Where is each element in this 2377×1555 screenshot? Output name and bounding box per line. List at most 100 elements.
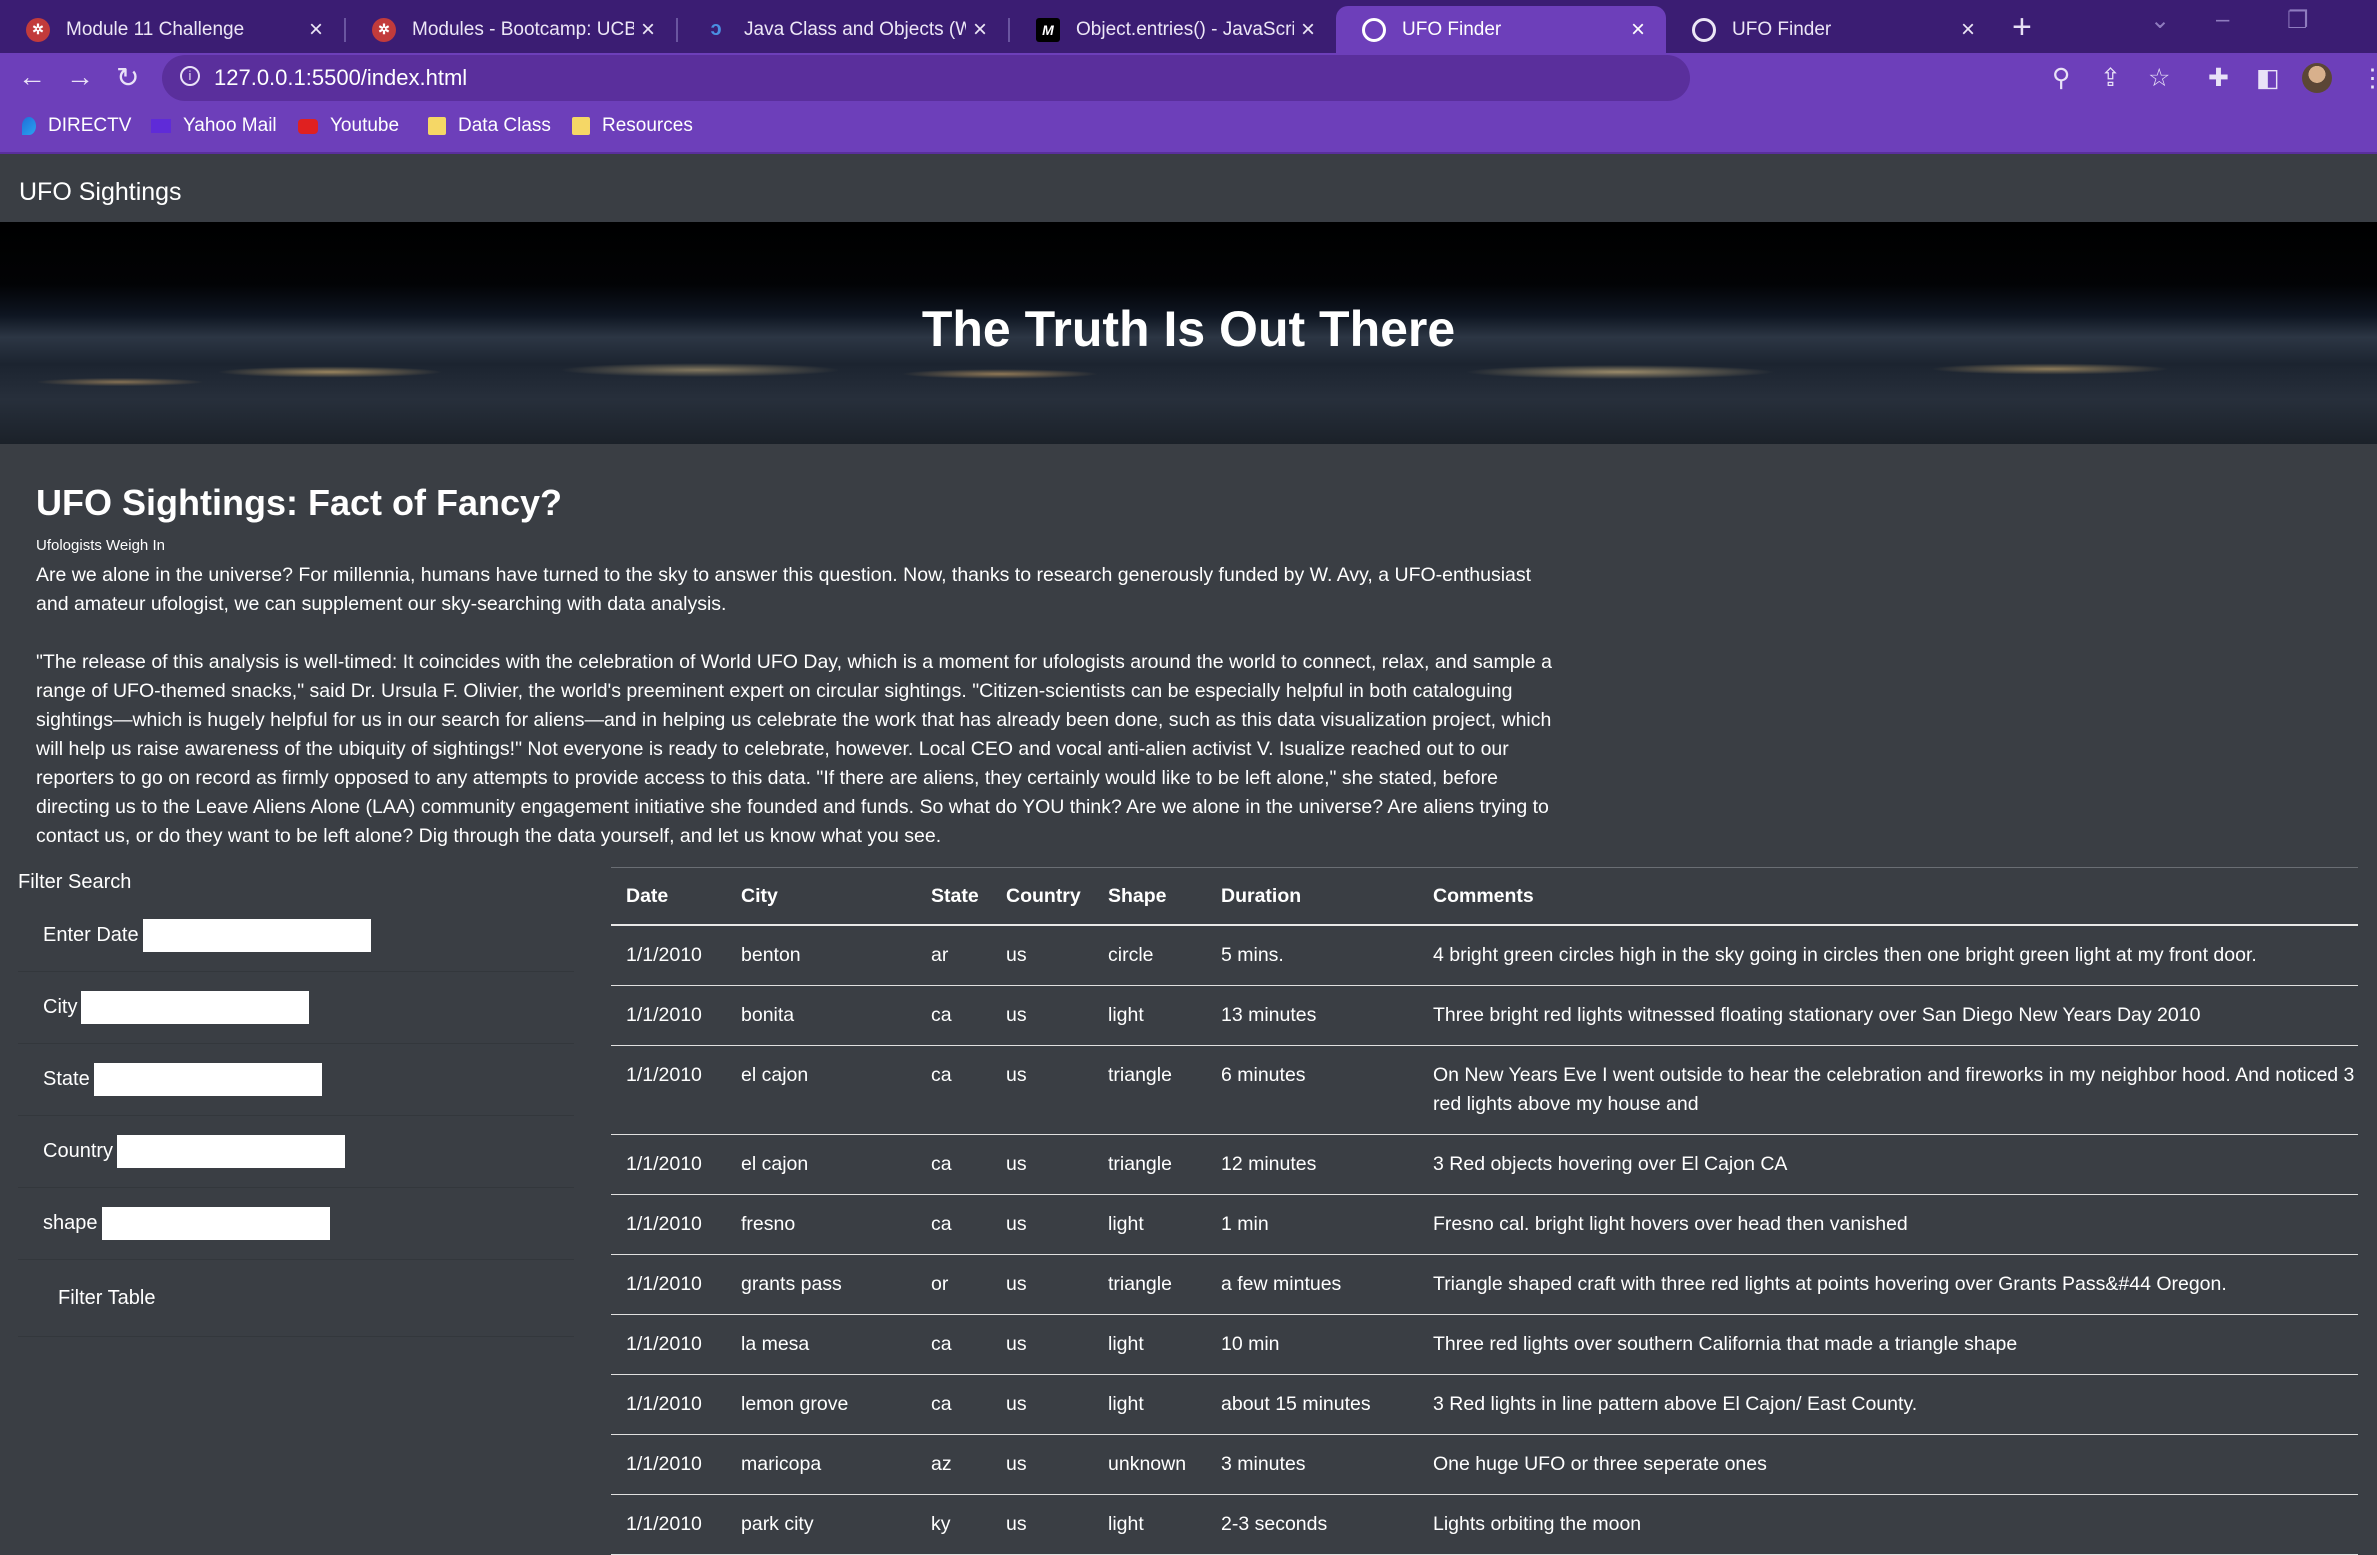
- column-header-date: Date: [611, 867, 726, 926]
- folder-icon: [428, 117, 446, 135]
- bookmark-youtube[interactable]: Youtube: [298, 115, 399, 137]
- cell-shape: triangle: [1093, 1134, 1206, 1195]
- mdn-favicon-icon: M: [1036, 17, 1060, 42]
- table-header-row: Date City State Country Shape Duration C…: [611, 867, 2358, 926]
- article-title: UFO Sightings: Fact of Fancy?: [36, 482, 563, 523]
- tab-title: Object.entries() - JavaScript | MDN: [1076, 18, 1294, 40]
- cell-date: 1/1/2010: [611, 1194, 726, 1255]
- date-input[interactable]: [142, 919, 371, 952]
- cell-state: ca: [916, 1194, 991, 1255]
- site-navbar: UFO Sightings: [0, 154, 2377, 222]
- browser-tab-bar: ✲ Module 11 Challenge × ✲ Modules - Boot…: [0, 0, 2377, 53]
- cell-date: 1/1/2010: [611, 1314, 726, 1375]
- cell-shape: light: [1093, 1314, 1206, 1375]
- filter-label-date: Enter Date: [43, 924, 139, 946]
- cell-city: bonita: [726, 985, 916, 1046]
- country-input[interactable]: [117, 1135, 346, 1168]
- bookmark-data-class[interactable]: Data Class: [428, 115, 551, 137]
- tab-modules-bootcamp[interactable]: ✲ Modules - Bootcamp: UCB-VIRT ×: [346, 6, 676, 53]
- tab-title: UFO Finder: [1402, 18, 1502, 40]
- cell-city: el cajon: [726, 1134, 916, 1195]
- menu-kebab-icon[interactable]: ⋮: [2360, 63, 2377, 93]
- mail-envelope-icon: [151, 119, 171, 133]
- tab-ufo-finder-active[interactable]: UFO Finder ×: [1336, 6, 1666, 53]
- programiz-favicon-icon: ↄ: [710, 18, 722, 40]
- city-input[interactable]: [81, 991, 310, 1024]
- reload-icon[interactable]: ↻: [116, 61, 139, 94]
- cell-date: 1/1/2010: [611, 925, 726, 986]
- tab-object-entries-mdn[interactable]: M Object.entries() - JavaScript | MDN ×: [1010, 6, 1336, 53]
- cell-shape: triangle: [1093, 1254, 1206, 1315]
- cell-duration: 10 min: [1206, 1314, 1418, 1375]
- cell-country: us: [991, 925, 1093, 986]
- cell-date: 1/1/2010: [611, 1254, 726, 1315]
- close-tab-icon[interactable]: ×: [1294, 16, 1322, 44]
- cell-shape: triangle: [1093, 1045, 1206, 1135]
- state-input[interactable]: [93, 1063, 322, 1096]
- tab-java-class-objects[interactable]: ↄ Java Class and Objects (With Example) …: [678, 6, 1008, 53]
- bookmark-directv[interactable]: DIRECTV: [22, 115, 131, 137]
- profile-avatar[interactable]: [2302, 63, 2332, 93]
- close-tab-icon[interactable]: ×: [1954, 16, 1982, 44]
- extensions-puzzle-icon[interactable]: ✚: [2208, 63, 2229, 93]
- filter-item-city: City: [18, 972, 574, 1044]
- close-tab-icon[interactable]: ×: [634, 16, 662, 44]
- table-row: 1/1/2010 lemon grove ca us light about 15 min…: [611, 1374, 2358, 1435]
- bookmark-label: Youtube: [330, 115, 400, 136]
- filter-button-row: Filter Table: [18, 1260, 574, 1337]
- cell-state: ar: [916, 925, 991, 986]
- cell-comments: Lights orbiting the moon: [1418, 1494, 2358, 1555]
- cell-country: us: [991, 1134, 1093, 1195]
- cell-city: lemon grove: [726, 1374, 916, 1435]
- share-icon[interactable]: ⇪: [2100, 63, 2121, 93]
- filter-label-city: City: [43, 996, 78, 1018]
- tab-title: Java Class and Objects (With Example): [744, 18, 966, 40]
- tab-title: UFO Finder: [1732, 18, 1832, 40]
- cell-comments: 3 Red objects hovering over El Cajon CA: [1418, 1134, 2358, 1195]
- tab-ufo-finder[interactable]: UFO Finder ×: [1666, 6, 1996, 53]
- table-row: 1/1/2010 grants pass or us triangle a few min…: [611, 1254, 2358, 1315]
- table-row: 1/1/2010 park city ky us light 2-3 seconds Lig…: [611, 1494, 2358, 1555]
- bookmark-star-icon[interactable]: ☆: [2148, 63, 2170, 93]
- minimize-icon[interactable]: –: [2216, 6, 2229, 34]
- zoom-magnifier-icon[interactable]: ⚲: [2052, 63, 2070, 93]
- article-subtitle: Ufologists Weigh In: [36, 537, 165, 554]
- cell-city: fresno: [726, 1194, 916, 1255]
- filter-table-button[interactable]: Filter Table: [58, 1287, 155, 1310]
- cell-country: us: [991, 1314, 1093, 1375]
- cell-shape: circle: [1093, 925, 1206, 986]
- tab-search-chevron-icon[interactable]: ⌄: [2150, 6, 2170, 35]
- cell-country: us: [991, 1045, 1093, 1135]
- tab-module-11-challenge[interactable]: ✲ Module 11 Challenge ×: [0, 6, 344, 53]
- bookmark-label: Resources: [602, 115, 693, 136]
- filter-list: Enter Date City State Country shape Filt…: [18, 900, 574, 1337]
- new-tab-plus-icon[interactable]: +: [2012, 8, 2032, 47]
- filter-item-date: Enter Date: [18, 900, 574, 972]
- filter-item-state: State: [18, 1044, 574, 1116]
- cell-state: ca: [916, 1134, 991, 1195]
- article-paragraph-intro: Are we alone in the universe? For millen…: [36, 564, 1532, 615]
- restore-icon[interactable]: ❐: [2287, 6, 2309, 35]
- bootcamp-favicon-icon: ✲: [26, 17, 50, 42]
- back-arrow-icon[interactable]: ←: [18, 61, 46, 93]
- cell-city: benton: [726, 925, 916, 986]
- navbar-brand[interactable]: UFO Sightings: [19, 178, 182, 207]
- side-panel-icon[interactable]: ◧: [2256, 63, 2280, 93]
- bookmark-resources[interactable]: Resources: [572, 115, 693, 137]
- bookmark-yahoo-mail[interactable]: Yahoo Mail: [151, 115, 277, 137]
- bootcamp-favicon-icon: ✲: [372, 17, 396, 42]
- close-tab-icon[interactable]: ×: [966, 16, 994, 44]
- column-header-state: State: [916, 867, 991, 926]
- close-tab-icon[interactable]: ×: [302, 16, 330, 44]
- shape-input[interactable]: [101, 1207, 330, 1240]
- close-tab-icon[interactable]: ×: [1624, 16, 1652, 44]
- url-text[interactable]: 127.0.0.1:5500/index.html: [214, 65, 467, 91]
- cell-comments: On New Years Eve I went outside to hear …: [1418, 1045, 2358, 1135]
- site-info-icon[interactable]: i: [180, 66, 200, 86]
- forward-arrow-icon[interactable]: →: [66, 61, 94, 93]
- cell-duration: 1 min: [1206, 1194, 1418, 1255]
- column-header-city: City: [726, 867, 916, 926]
- cell-city: el cajon: [726, 1045, 916, 1135]
- column-header-duration: Duration: [1206, 867, 1418, 926]
- cell-shape: light: [1093, 1194, 1206, 1255]
